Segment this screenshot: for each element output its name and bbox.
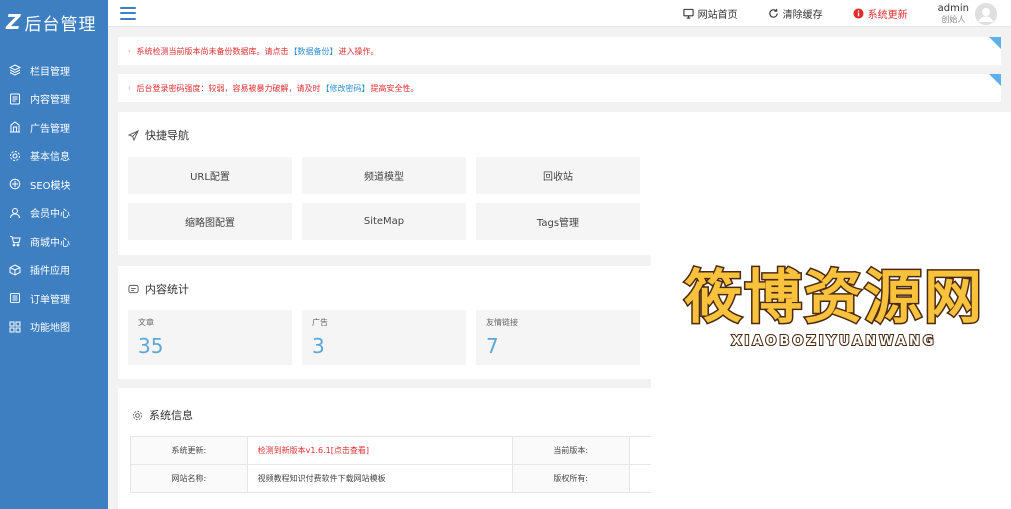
sidebar-item-ads[interactable]: 广告管理 bbox=[0, 113, 108, 142]
password-notice: · 后台登录密码强度：较弱，容易被暴力破解，请及时 【修改密码】 提高安全性。 bbox=[118, 74, 1001, 102]
notice-text: 后台登录密码强度：较弱，容易被暴力破解，请及时 bbox=[136, 83, 321, 93]
document-icon bbox=[10, 93, 20, 105]
corner-badge bbox=[989, 37, 1001, 49]
stat-label: 文章 bbox=[138, 318, 154, 327]
stat-articles[interactable]: 文章 35 bbox=[128, 310, 292, 365]
sidebar: Z 后台管理 栏目管理 内容管理 广告管理 基本信息 SEO模块 会员中心 商城… bbox=[0, 0, 108, 509]
stat-label: 友情链接 bbox=[486, 318, 518, 327]
corner-badge bbox=[989, 74, 1001, 86]
stat-ads[interactable]: 广告 3 bbox=[302, 310, 466, 365]
stat-links[interactable]: 友情链接 7 bbox=[476, 310, 640, 365]
gear-icon bbox=[132, 410, 143, 420]
sidebar-item-label: 订单管理 bbox=[30, 294, 70, 306]
channel-model-button[interactable]: 频道模型 bbox=[302, 157, 466, 194]
sidebar-item-label: 商城中心 bbox=[30, 237, 70, 249]
sidebar-item-label: 插件应用 bbox=[30, 266, 70, 278]
sidebar-item-label: 栏目管理 bbox=[30, 66, 70, 78]
sidebar-item-label: 功能地图 bbox=[30, 323, 70, 335]
stat-value: 3 bbox=[312, 334, 325, 358]
sidebar-item-column[interactable]: 栏目管理 bbox=[0, 56, 108, 85]
watermark: 筱博资源网 XIAOBOZIYUANWANG bbox=[664, 262, 1004, 372]
user-role: 创始人 bbox=[941, 14, 966, 24]
sidebar-menu: 栏目管理 内容管理 广告管理 基本信息 SEO模块 会员中心 商城中心 插件应用… bbox=[0, 56, 108, 341]
sidebar-item-plugins[interactable]: 插件应用 bbox=[0, 256, 108, 285]
site-home-link[interactable]: 网站首页 bbox=[683, 6, 738, 21]
table-cell: 网站名称: bbox=[130, 464, 248, 493]
sidebar-item-seo[interactable]: SEO模块 bbox=[0, 170, 108, 199]
backup-notice: · 系统检测当前版本尚未备份数据库。请点击 【数据备份】 进入操作。 bbox=[118, 37, 1001, 65]
change-password-link[interactable]: 【修改密码】 bbox=[322, 83, 370, 94]
avatar[interactable] bbox=[975, 2, 997, 25]
notice-text: 系统检测当前版本尚未备份数据库。请点击 bbox=[136, 46, 289, 56]
send-icon bbox=[128, 129, 139, 141]
sidebar-item-label: SEO模块 bbox=[30, 180, 71, 192]
system-info-title: 系统信息 bbox=[132, 407, 193, 423]
table-cell: 视频教程知识付费软件下载网站模板 bbox=[246, 464, 513, 493]
content-stats-panel: 内容统计 文章 35 广告 3 友情链接 7 bbox=[118, 266, 652, 379]
quick-nav-title: 快捷导航 bbox=[128, 127, 189, 143]
logo-mark: Z bbox=[6, 10, 21, 34]
sidebar-item-label: 内容管理 bbox=[30, 95, 70, 107]
url-config-button[interactable]: URL配置 bbox=[128, 157, 292, 194]
sidebar-item-label: 基本信息 bbox=[30, 152, 70, 164]
list-icon bbox=[10, 293, 20, 304]
sidebar-item-member[interactable]: 会员中心 bbox=[0, 199, 108, 228]
cart-icon bbox=[10, 236, 21, 247]
sidebar-item-feature-map[interactable]: 功能地图 bbox=[0, 313, 108, 342]
refresh-icon bbox=[769, 8, 778, 18]
top-header: 网站首页 清除缓存 系统更新 admin 创始人 bbox=[108, 0, 1011, 27]
building-icon bbox=[10, 121, 20, 133]
table-cell: 当前版本: bbox=[511, 436, 630, 465]
stat-label: 广告 bbox=[312, 318, 328, 327]
watermark-subtext: XIAOBOZIYUANWANG bbox=[730, 333, 937, 350]
monitor-icon bbox=[683, 8, 694, 19]
layers-icon bbox=[9, 64, 21, 76]
sidebar-item-label: 会员中心 bbox=[30, 209, 70, 221]
sitemap-button[interactable]: SiteMap bbox=[302, 203, 466, 240]
gear-icon bbox=[10, 150, 20, 161]
user-icon bbox=[10, 207, 20, 218]
logo-text: 后台管理 bbox=[24, 14, 97, 35]
logo[interactable]: Z 后台管理 bbox=[0, 0, 108, 44]
clear-cache-label: 清除缓存 bbox=[782, 10, 823, 21]
stat-value: 7 bbox=[486, 334, 499, 358]
watermark-text: 筱博资源网 bbox=[682, 262, 984, 333]
cube-icon bbox=[9, 264, 21, 276]
info-icon bbox=[853, 8, 864, 19]
avatar-icon bbox=[975, 2, 997, 25]
content-stats-title: 内容统计 bbox=[128, 281, 189, 297]
tags-manage-button[interactable]: Tags管理 bbox=[476, 203, 640, 240]
menu-toggle-icon[interactable] bbox=[120, 6, 136, 20]
notice-text: 提高安全性。 bbox=[370, 83, 419, 93]
thumbnail-config-button[interactable]: 缩略图配置 bbox=[128, 203, 292, 240]
table-cell: 系统更新: bbox=[130, 436, 248, 465]
clear-cache-link[interactable]: 清除缓存 bbox=[768, 6, 823, 21]
site-home-label: 网站首页 bbox=[697, 10, 738, 21]
sidebar-item-shop[interactable]: 商城中心 bbox=[0, 227, 108, 256]
system-update-label: 系统更新 bbox=[867, 10, 908, 21]
seo-icon bbox=[9, 178, 21, 190]
sidebar-item-content[interactable]: 内容管理 bbox=[0, 85, 108, 114]
sidebar-item-basic-info[interactable]: 基本信息 bbox=[0, 142, 108, 171]
chat-icon bbox=[128, 284, 139, 293]
user-menu[interactable]: admin 创始人 bbox=[937, 2, 997, 25]
notice-text: 进入操作。 bbox=[338, 46, 379, 56]
grid-icon bbox=[9, 321, 21, 333]
sidebar-item-orders[interactable]: 订单管理 bbox=[0, 284, 108, 313]
backup-link[interactable]: 【数据备份】 bbox=[290, 46, 338, 57]
update-check-link[interactable]: 检测到新版本v1.6.1[点击查看] bbox=[246, 436, 513, 465]
sidebar-item-label: 广告管理 bbox=[30, 123, 70, 135]
table-cell: 版权所有: bbox=[511, 464, 630, 493]
header-links: 网站首页 清除缓存 系统更新 admin 创始人 bbox=[683, 0, 1011, 27]
recycle-bin-button[interactable]: 回收站 bbox=[476, 157, 640, 194]
user-name: admin bbox=[937, 2, 969, 14]
stat-value: 35 bbox=[138, 334, 164, 358]
system-update-link[interactable]: 系统更新 bbox=[853, 6, 908, 21]
